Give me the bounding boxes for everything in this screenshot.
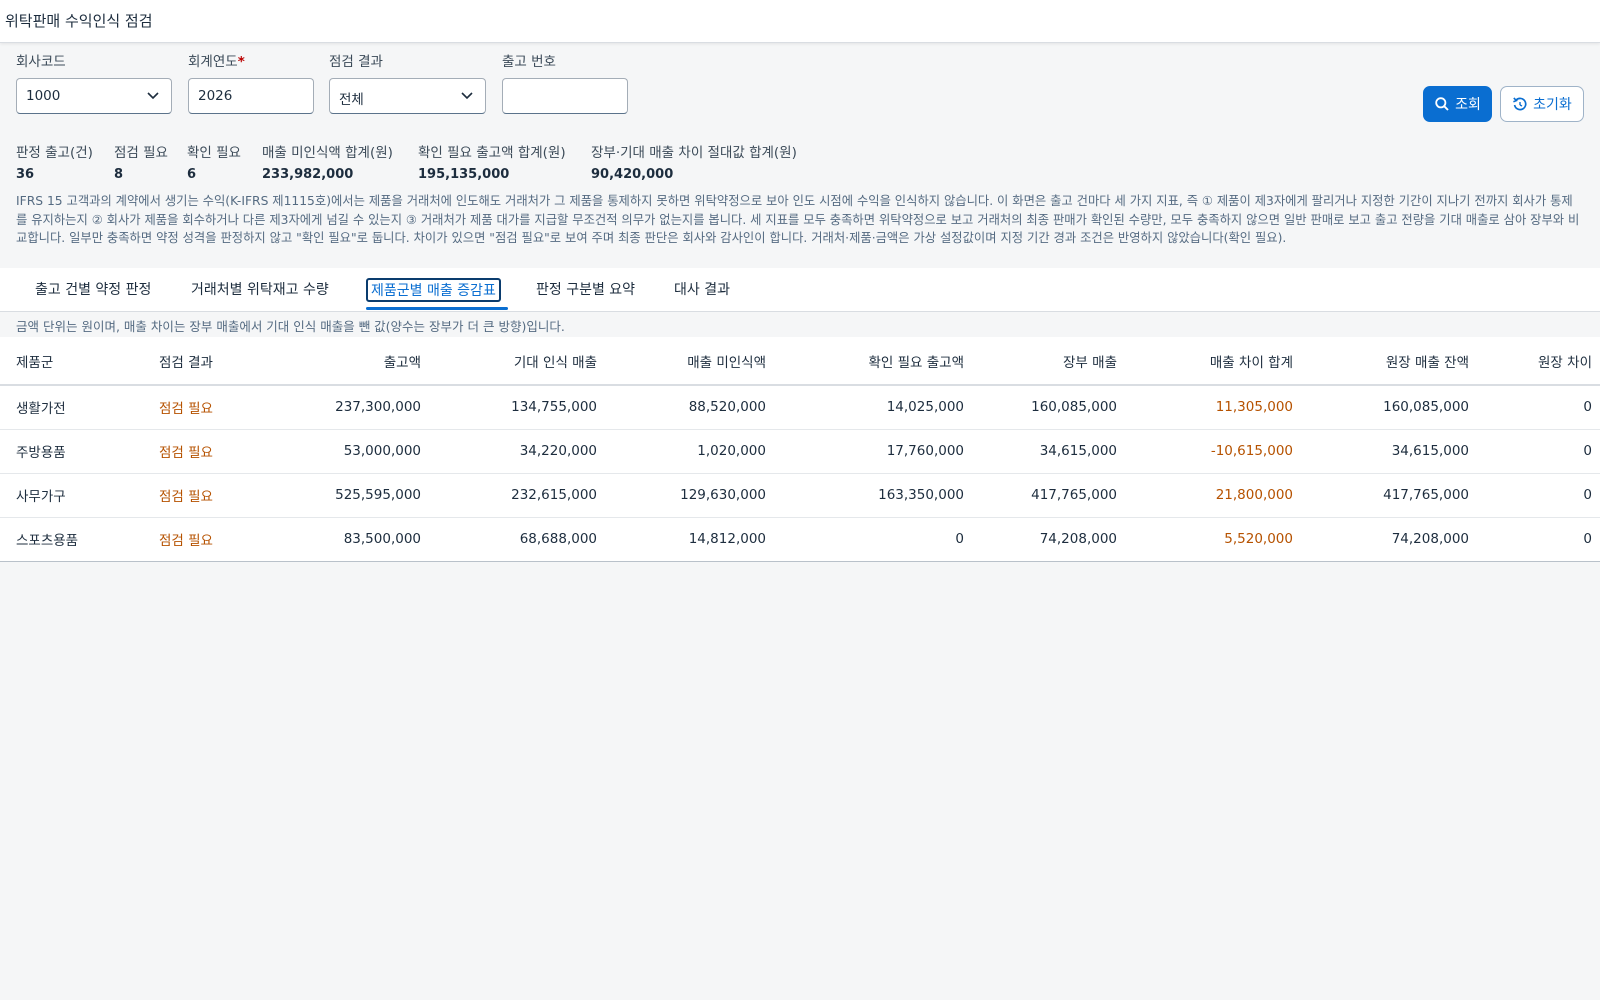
cell-delivery-amount: 237,300,000	[271, 385, 429, 430]
column-header[interactable]: 매출 차이 합계	[1125, 337, 1301, 386]
kpi-confirm-needed-amount: 확인 필요 출고액 합계(원) 195,135,000	[418, 145, 566, 182]
cell-ledger-diff: 0	[1477, 385, 1600, 430]
cell-revenue-diff: 21,800,000	[1125, 473, 1301, 518]
cell-check-result: 점검 필요	[159, 533, 213, 550]
table-row[interactable]: 사무가구 점검 필요 525,595,000 232,615,000 129,6…	[0, 473, 1600, 518]
column-header[interactable]: 기대 인식 매출	[429, 337, 605, 386]
fiscal-year-input[interactable]: 2026	[188, 78, 314, 114]
table-row[interactable]: 스포츠용품 점검 필요 83,500,000 68,688,000 14,812…	[0, 517, 1600, 561]
tab-delivery-judgment[interactable]: 출고 건별 약정 판정	[35, 279, 151, 299]
unit-note: 금액 단위는 원이며, 매출 차이는 장부 매출에서 기대 인식 매출을 뺀 값…	[16, 319, 565, 334]
table-row[interactable]: 생활가전 점검 필요 237,300,000 134,755,000 88,52…	[0, 385, 1600, 430]
cell-ledger-balance: 74,208,000	[1391, 531, 1469, 548]
table-row[interactable]: 주방용품 점검 필요 53,000,000 34,220,000 1,020,0…	[0, 429, 1600, 474]
fiscal-year-label: 회계연도*	[188, 54, 245, 70]
reset-icon	[1513, 97, 1527, 111]
check-result-field: 점검 결과 전체	[329, 50, 501, 114]
company-code-label: 회사코드	[16, 54, 66, 70]
cell-unrecognized-revenue: 1,020,000	[605, 429, 774, 474]
company-code-select[interactable]: 1000	[16, 78, 172, 114]
cell-product-group: 스포츠용품	[16, 533, 79, 550]
tab-reconciliation[interactable]: 대사 결과	[674, 279, 730, 299]
cell-delivery-amount: 53,000,000	[271, 429, 429, 474]
company-code-field: 회사코드 1000	[16, 50, 188, 114]
delivery-no-input[interactable]	[502, 78, 628, 114]
cell-expected-revenue: 34,220,000	[429, 429, 605, 474]
tab-bar: 출고 건별 약정 판정 거래처별 위탁재고 수량 제품군별 매출 증감표 판정 …	[0, 268, 1600, 312]
cell-book-revenue: 417,765,000	[972, 473, 1125, 518]
cell-confirm-needed-amount: 0	[955, 531, 964, 548]
reset-button[interactable]: 초기화	[1500, 86, 1584, 122]
check-result-label: 점검 결과	[329, 54, 383, 70]
cell-check-result: 점검 필요	[151, 429, 271, 474]
filter-bar: 회사코드 1000 회계연도* 2026 점검 결과 전체 출고 번호	[16, 50, 1586, 120]
check-result-value: 전체	[339, 92, 364, 108]
cell-book-revenue: 74,208,000	[1039, 531, 1117, 548]
search-button-label: 조회	[1455, 97, 1481, 113]
cell-confirm-needed-amount: 14,025,000	[774, 385, 972, 430]
cell-book-revenue: 160,085,000	[972, 385, 1125, 430]
required-mark: *	[237, 54, 245, 70]
tab-product-revenue-change[interactable]: 제품군별 매출 증감표	[366, 278, 501, 302]
cell-revenue-diff: 5,520,000	[1224, 531, 1293, 548]
chevron-down-icon	[461, 92, 473, 100]
cell-unrecognized-revenue: 129,630,000	[605, 473, 774, 518]
cell-check-result: 점검 필요	[151, 473, 271, 518]
company-code-value: 1000	[26, 88, 61, 104]
cell-ledger-balance: 34,615,000	[1301, 429, 1477, 474]
description-text: IFRS 15 고객과의 계약에서 생기는 수익(K-IFRS 제1115호)에…	[16, 194, 1580, 245]
kpi-judged-deliveries: 판정 출고(건) 36	[16, 145, 93, 182]
kpi-check-needed: 점검 필요 8	[114, 145, 168, 182]
cell-ledger-balance: 160,085,000	[1301, 385, 1477, 430]
cell-unrecognized-revenue: 88,520,000	[605, 385, 774, 430]
cell-ledger-balance: 417,765,000	[1301, 473, 1477, 518]
column-header[interactable]: 점검 결과	[151, 337, 271, 386]
column-header[interactable]: 원장 차이	[1477, 337, 1600, 386]
cell-product-group: 생활가전	[0, 385, 151, 430]
chevron-down-icon	[147, 92, 159, 100]
kpi-unrecognized-revenue: 매출 미인식액 합계(원) 233,982,000	[262, 145, 393, 182]
kpi-abs-diff-total: 장부·기대 매출 차이 절대값 합계(원) 90,420,000	[591, 145, 797, 182]
fiscal-year-field: 회계연도* 2026	[188, 50, 328, 114]
cell-revenue-diff: -10,615,000	[1125, 429, 1301, 474]
reset-button-label: 초기화	[1533, 97, 1572, 113]
cell-expected-revenue: 232,615,000	[429, 473, 605, 518]
page-title: 위탁판매 수익인식 점검	[5, 12, 153, 30]
column-header[interactable]: 출고액	[271, 337, 429, 386]
cell-expected-revenue: 68,688,000	[519, 531, 597, 548]
tab-consignment-inventory[interactable]: 거래처별 위탁재고 수량	[191, 279, 329, 299]
product-revenue-table: 제품군 점검 결과 출고액 기대 인식 매출 매출 미인식액 확인 필요 출고액…	[0, 337, 1600, 562]
column-header[interactable]: 제품군	[0, 337, 151, 386]
cell-book-revenue: 34,615,000	[972, 429, 1125, 474]
table-header-row: 제품군 점검 결과 출고액 기대 인식 매출 매출 미인식액 확인 필요 출고액…	[0, 337, 1600, 386]
cell-unrecognized-revenue: 14,812,000	[688, 531, 766, 548]
delivery-no-field: 출고 번호	[502, 50, 642, 114]
fiscal-year-value: 2026	[198, 88, 233, 104]
cell-product-group: 주방용품	[0, 429, 151, 474]
column-header[interactable]: 원장 매출 잔액	[1301, 337, 1477, 386]
cell-confirm-needed-amount: 17,760,000	[774, 429, 972, 474]
cell-delivery-amount: 83,500,000	[343, 531, 421, 548]
cell-ledger-diff: 0	[1583, 531, 1592, 548]
search-icon	[1435, 97, 1449, 111]
cell-expected-revenue: 134,755,000	[429, 385, 605, 430]
tab-judgment-summary[interactable]: 판정 구분별 요약	[536, 279, 635, 299]
check-result-select[interactable]: 전체	[329, 78, 486, 114]
cell-delivery-amount: 525,595,000	[271, 473, 429, 518]
search-button[interactable]: 조회	[1423, 86, 1492, 122]
column-header[interactable]: 매출 미인식액	[605, 337, 774, 386]
cell-ledger-diff: 0	[1477, 473, 1600, 518]
column-header[interactable]: 장부 매출	[972, 337, 1125, 386]
active-tab-indicator	[366, 307, 508, 310]
cell-confirm-needed-amount: 163,350,000	[774, 473, 972, 518]
page-title-bar: 위탁판매 수익인식 점검	[0, 0, 1600, 43]
cell-product-group: 사무가구	[0, 473, 151, 518]
cell-revenue-diff: 11,305,000	[1125, 385, 1301, 430]
cell-ledger-diff: 0	[1477, 429, 1600, 474]
delivery-no-label: 출고 번호	[502, 54, 556, 70]
column-header[interactable]: 확인 필요 출고액	[774, 337, 972, 386]
kpi-confirm-needed: 확인 필요 6	[187, 145, 241, 182]
cell-check-result: 점검 필요	[151, 385, 271, 430]
